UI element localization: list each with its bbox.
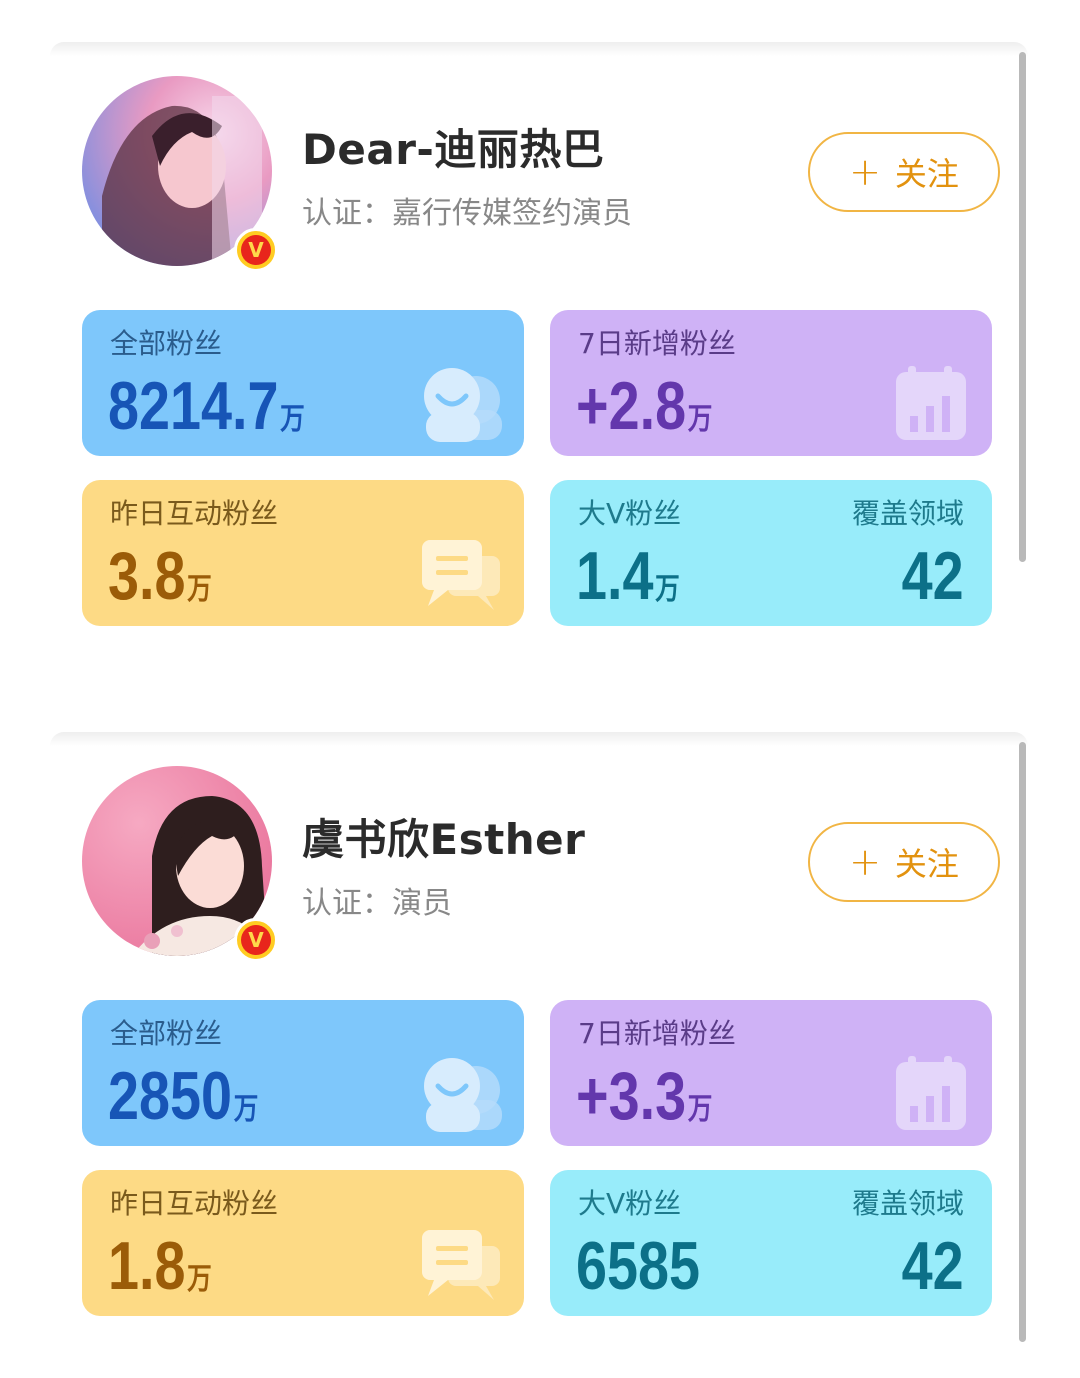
certification-text: 认证：演员: [302, 886, 452, 921]
coverage-label: 覆盖领域: [851, 1187, 964, 1220]
stat-total-fans[interactable]: 全部粉丝 2850万: [82, 1000, 524, 1146]
users-icon: [424, 1058, 502, 1132]
coverage-value: 42: [901, 1228, 964, 1304]
stat-label: 昨日互动粉丝: [110, 1187, 279, 1220]
stat-total-fans[interactable]: 全部粉丝 8214.7万: [82, 310, 524, 456]
follow-label: 关注: [894, 155, 959, 193]
follow-button[interactable]: + 关注: [808, 132, 1000, 212]
verified-badge-icon: V: [234, 228, 278, 272]
coverage-label: 覆盖领域: [851, 497, 964, 530]
plus-icon: +: [849, 150, 881, 194]
follow-button[interactable]: + 关注: [808, 822, 1000, 902]
stat-label: 全部粉丝: [110, 1017, 223, 1050]
stat-big-v-fans[interactable]: 大V粉丝 覆盖领域 1.4万 42: [550, 480, 992, 626]
user-name[interactable]: 虞书欣Esther: [302, 806, 585, 867]
stat-label: 7日新增粉丝: [578, 327, 736, 360]
stat-label: 全部粉丝: [110, 327, 223, 360]
stat-active-fans-yesterday[interactable]: 昨日互动粉丝 3.8万: [82, 480, 524, 626]
stat-value: 3.8万: [108, 538, 212, 614]
avatar[interactable]: V: [82, 766, 278, 962]
stat-big-v-fans[interactable]: 大V粉丝 覆盖领域 6585 42: [550, 1170, 992, 1316]
certification-text: 认证：嘉行传媒签约演员: [302, 196, 632, 231]
profile-card: V Dear-迪丽热巴 认证：嘉行传媒签约演员 + 关注 全部粉丝 8214.7…: [50, 42, 1028, 662]
user-name[interactable]: Dear-迪丽热巴: [302, 116, 604, 177]
users-icon: [424, 368, 502, 442]
follow-label: 关注: [894, 845, 959, 883]
stat-active-fans-yesterday[interactable]: 昨日互动粉丝 1.8万: [82, 1170, 524, 1316]
stat-value: +2.8万: [576, 368, 713, 444]
scrollbar[interactable]: [1019, 742, 1026, 1342]
stat-label: 大V粉丝: [578, 497, 682, 530]
stat-value: 1.4万: [576, 538, 680, 614]
stat-value: 6585: [576, 1228, 701, 1304]
bar-chart-icon: [896, 366, 966, 440]
profile-card: V 虞书欣Esther 认证：演员 + 关注 全部粉丝 2850万 7日新增粉丝…: [50, 732, 1028, 1352]
verified-badge-icon: V: [234, 918, 278, 962]
stat-new-fans-7d[interactable]: 7日新增粉丝 +2.8万: [550, 310, 992, 456]
chat-bubbles-icon: [422, 540, 500, 610]
scrollbar[interactable]: [1019, 52, 1026, 562]
stat-value: 8214.7万: [108, 368, 305, 444]
stat-label: 昨日互动粉丝: [110, 497, 279, 530]
avatar[interactable]: V: [82, 76, 278, 272]
bar-chart-icon: [896, 1056, 966, 1130]
stat-value: +3.3万: [576, 1058, 713, 1134]
stat-value: 2850万: [108, 1058, 259, 1134]
chat-bubbles-icon: [422, 1230, 500, 1300]
stat-value: 1.8万: [108, 1228, 212, 1304]
stat-new-fans-7d[interactable]: 7日新增粉丝 +3.3万: [550, 1000, 992, 1146]
stat-label: 大V粉丝: [578, 1187, 682, 1220]
coverage-value: 42: [901, 538, 964, 614]
stat-label: 7日新增粉丝: [578, 1017, 736, 1050]
plus-icon: +: [849, 840, 881, 884]
